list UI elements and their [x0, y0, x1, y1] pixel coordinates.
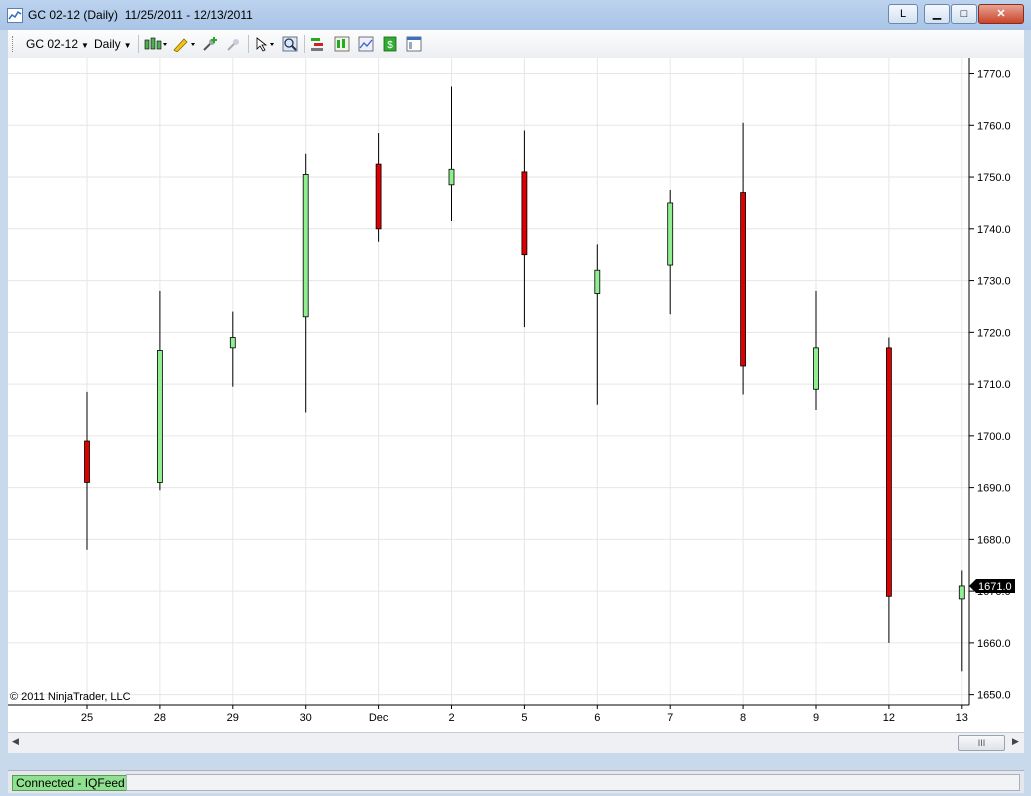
- chart-style-icon[interactable]: [334, 36, 350, 52]
- candle-body: [229, 337, 236, 349]
- scroll-thumb[interactable]: III: [958, 735, 1005, 751]
- x-tick-label: 5: [521, 712, 527, 724]
- x-tick-label: 25: [81, 712, 93, 724]
- x-tick-label: 12: [883, 712, 895, 724]
- y-tick-label: 1710.0: [977, 379, 1011, 391]
- close-button[interactable]: ✕: [978, 4, 1024, 24]
- window-title: GC 02-12 (Daily) 11/25/2011 - 12/13/2011: [28, 8, 253, 22]
- maximize-button[interactable]: □: [951, 4, 977, 24]
- y-tick-label: 1660.0: [977, 638, 1011, 650]
- title-bar[interactable]: GC 02-12 (Daily) 11/25/2011 - 12/13/2011…: [0, 0, 1031, 30]
- zoom-icon[interactable]: [282, 36, 298, 52]
- y-tick-label: 1690.0: [977, 483, 1011, 495]
- y-tick-label: 1730.0: [977, 276, 1011, 288]
- last-price-label: 1671.0: [978, 581, 1012, 593]
- chart-window-icon: [7, 8, 23, 23]
- last-price-marker: 1671.0: [969, 578, 1015, 593]
- x-tick-label: 6: [594, 712, 600, 724]
- copyright-text: © 2011 NinjaTrader, LLC: [10, 691, 131, 703]
- y-tick-label: 1770.0: [977, 69, 1011, 81]
- candle-body: [156, 350, 163, 483]
- x-tick-label: 13: [956, 712, 968, 724]
- link-button[interactable]: L: [888, 4, 918, 24]
- candle-body: [594, 269, 601, 294]
- candle-body: [448, 168, 455, 186]
- candle-body: [84, 440, 90, 483]
- connection-status: Connected - IQFeed: [12, 775, 129, 791]
- y-tick-label: 1720.0: [977, 327, 1011, 339]
- order-icon[interactable]: $: [382, 36, 398, 52]
- y-tick-label: 1760.0: [977, 120, 1011, 132]
- remove-indicator-icon[interactable]: [226, 36, 242, 52]
- toolbar-divider: [248, 35, 249, 53]
- chart-toolbar: GC 02-12 ▼ Daily ▼ $: [8, 30, 1024, 59]
- x-tick-label: 29: [227, 712, 239, 724]
- candle-body: [886, 347, 892, 597]
- svg-text:$: $: [387, 40, 393, 51]
- strategy-icon[interactable]: [310, 36, 326, 52]
- y-tick-label: 1750.0: [977, 172, 1011, 184]
- candle-body: [667, 202, 674, 266]
- y-tick-label: 1680.0: [977, 534, 1011, 546]
- drawing-tool-icon[interactable]: [172, 36, 196, 52]
- x-tick-label: 2: [448, 712, 454, 724]
- bar-type-icon[interactable]: [144, 36, 168, 52]
- instrument-selector[interactable]: GC 02-12 ▼: [26, 37, 89, 51]
- horizontal-scrollbar[interactable]: ◀ III ▶: [8, 732, 1024, 753]
- toolbar-grip[interactable]: [12, 36, 16, 52]
- status-panel: [126, 774, 1020, 791]
- pointer-icon[interactable]: [254, 36, 278, 52]
- candle-body: [740, 192, 746, 367]
- x-tick-label: 28: [154, 712, 166, 724]
- candle-body: [302, 174, 309, 318]
- y-tick-label: 1740.0: [977, 224, 1011, 236]
- candle-body: [813, 347, 819, 390]
- instrument-label: GC 02-12: [26, 37, 79, 51]
- toolbar-divider: [304, 35, 305, 53]
- x-tick-label: 30: [300, 712, 312, 724]
- candle-body: [958, 585, 965, 600]
- x-tick-label: 7: [667, 712, 673, 724]
- x-tick-label: 8: [740, 712, 746, 724]
- y-tick-label: 1650.0: [977, 690, 1011, 702]
- properties-icon[interactable]: [406, 36, 422, 52]
- chevron-down-icon: ▼: [81, 41, 89, 50]
- data-box-icon[interactable]: [358, 36, 374, 52]
- candle-body: [375, 163, 382, 230]
- chevron-down-icon: ▼: [123, 41, 132, 50]
- add-indicator-icon[interactable]: [202, 36, 218, 52]
- x-tick-label: Dec: [369, 712, 389, 724]
- status-bar: Connected - IQFeed: [8, 770, 1024, 793]
- x-tick-label: 9: [813, 712, 819, 724]
- y-tick-label: 1700.0: [977, 431, 1011, 443]
- minimize-button[interactable]: ▁: [924, 4, 950, 24]
- interval-selector[interactable]: Daily ▼: [94, 37, 132, 51]
- price-chart[interactable]: 1650.01660.01670.01680.01690.01700.01710…: [8, 58, 1024, 732]
- candle-body: [521, 171, 528, 256]
- scroll-right-icon[interactable]: ▶: [1012, 736, 1019, 747]
- scroll-left-icon[interactable]: ◀: [12, 736, 19, 747]
- toolbar-divider: [138, 35, 139, 53]
- chart-panel[interactable]: 1650.01660.01670.01680.01690.01700.01710…: [8, 58, 1024, 732]
- interval-label: Daily: [94, 37, 121, 51]
